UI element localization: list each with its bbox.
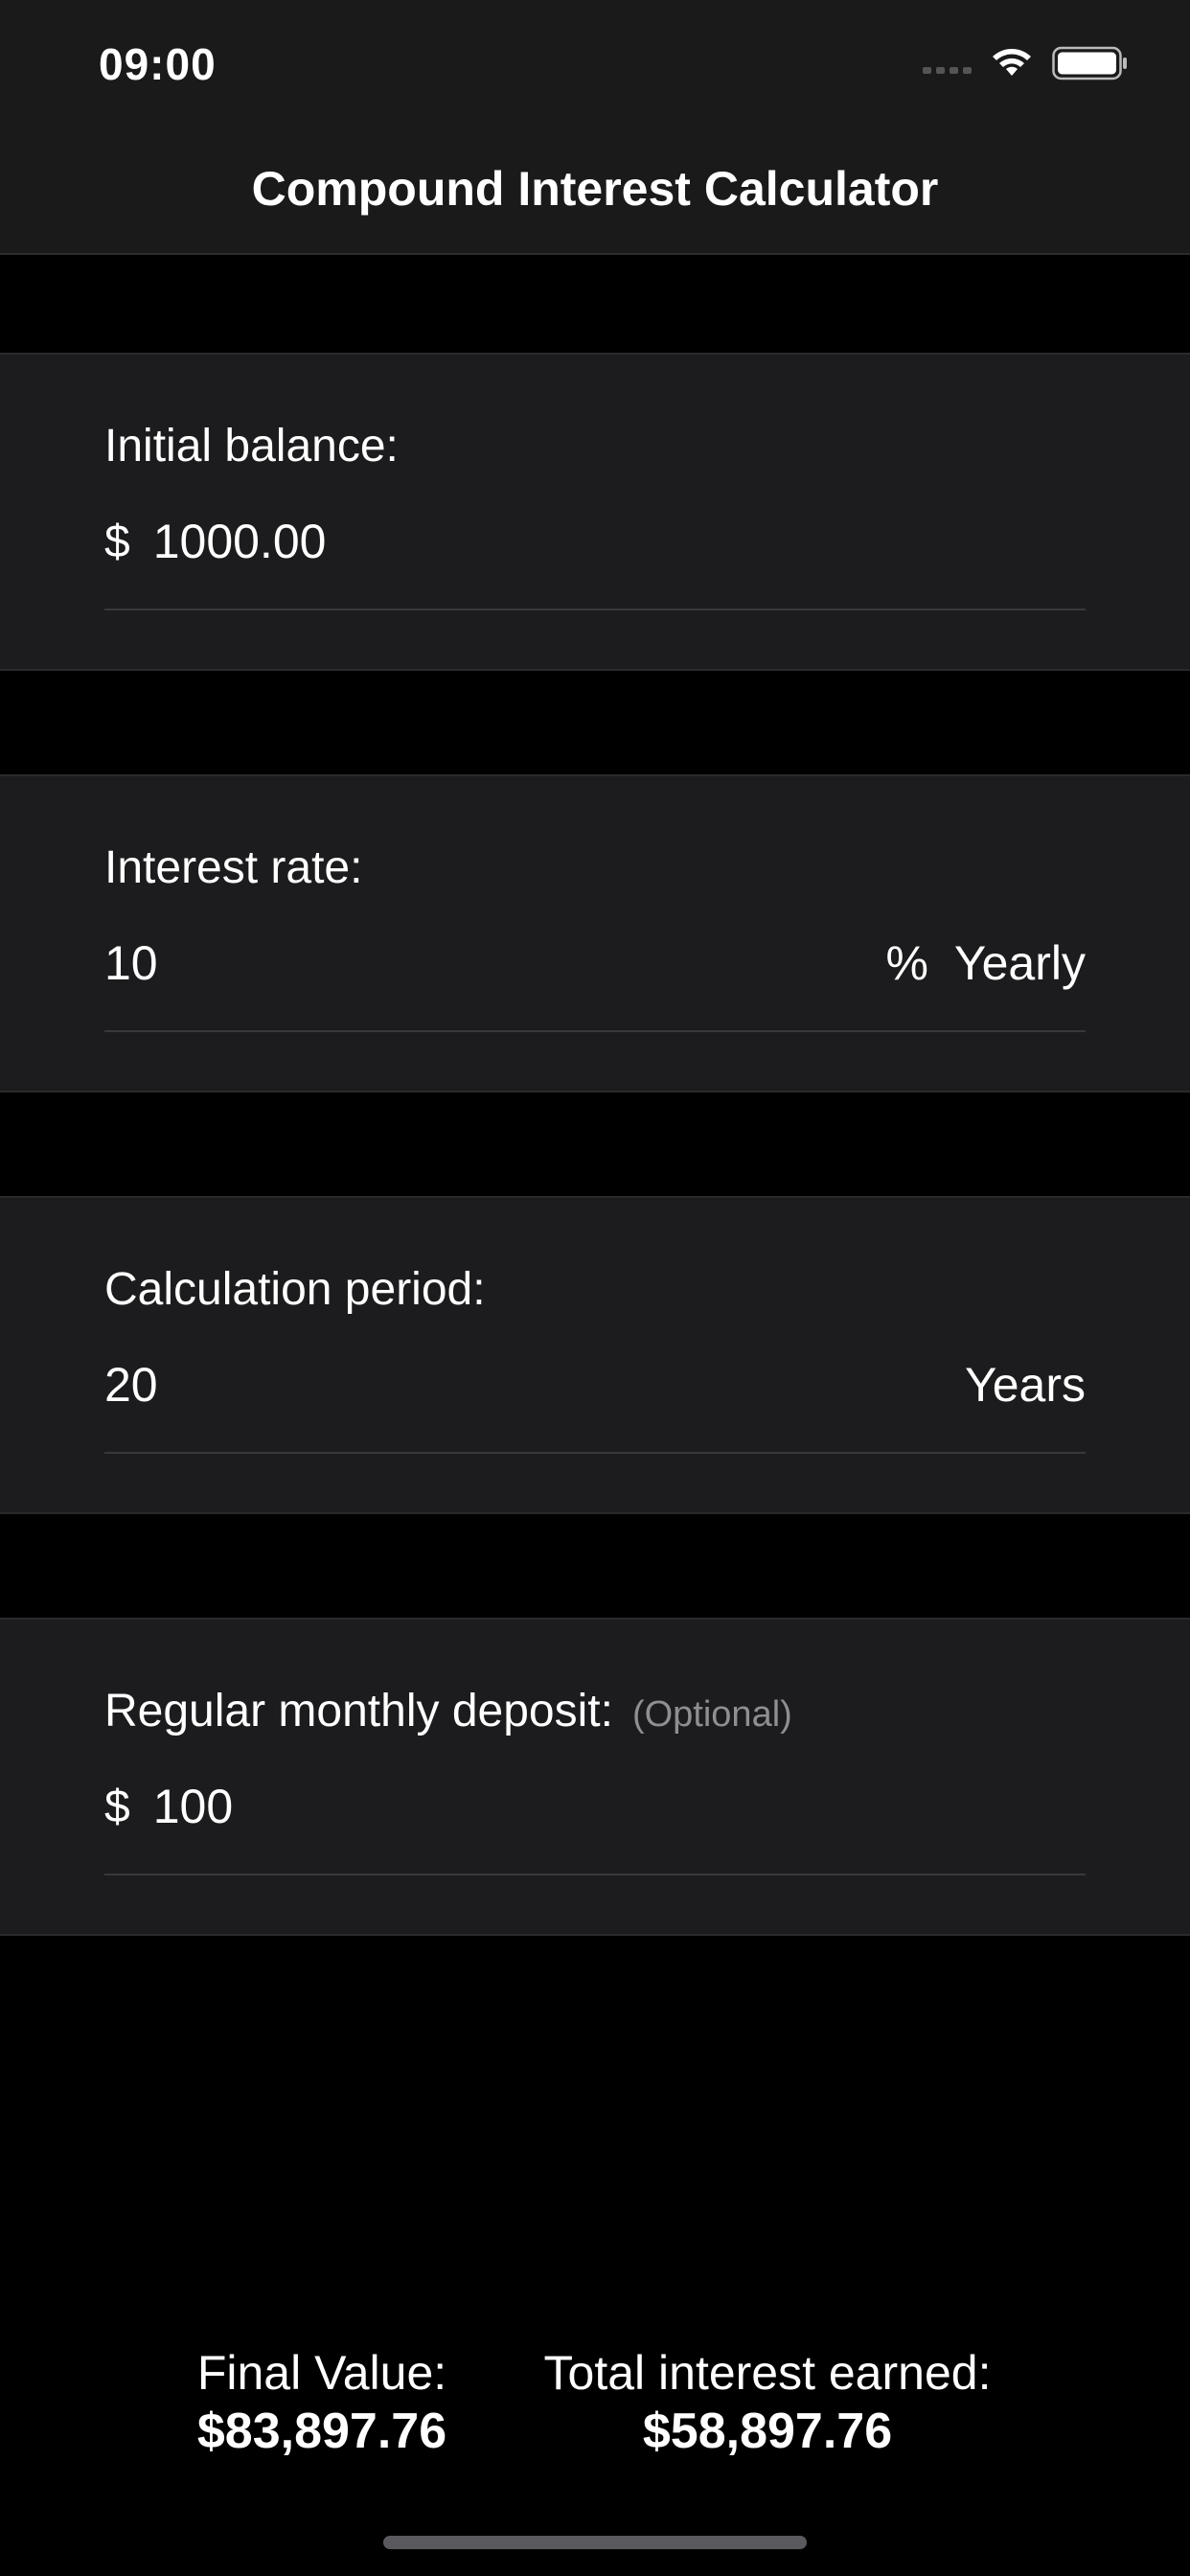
monthly-deposit-label-row: Regular monthly deposit: (Optional) (104, 1685, 792, 1737)
interest-rate-input[interactable]: 10 (104, 935, 886, 991)
field-underline (104, 1030, 1086, 1032)
page-title: Compound Interest Calculator (251, 162, 939, 216)
interest-rate-field[interactable]: 10 % Yearly (104, 930, 1086, 997)
monthly-deposit-field[interactable]: $ 100 (104, 1773, 1086, 1840)
battery-icon (1052, 46, 1127, 80)
monthly-deposit-input[interactable]: 100 (153, 1779, 1086, 1834)
status-time: 09:00 (99, 39, 217, 89)
total-interest-amount: $58,897.76 (642, 2404, 893, 2459)
interest-rate-label: Interest rate: (104, 842, 363, 893)
calculation-period-field[interactable]: 20 Years (104, 1351, 1086, 1418)
total-interest-label: Total interest earned: (543, 2346, 992, 2400)
initial-balance-input[interactable]: 1000.00 (153, 514, 1086, 569)
calculation-period-input[interactable]: 20 (104, 1357, 965, 1413)
field-underline (104, 609, 1086, 610)
navigation-bar: Compound Interest Calculator (0, 134, 1190, 255)
calculation-period-section: Calculation period: 20 Years (0, 1196, 1190, 1514)
optional-label: (Optional) (631, 1694, 792, 1735)
status-bar: 09:00 (0, 0, 1190, 134)
final-value-label: Final Value: (196, 2346, 447, 2400)
monthly-deposit-section: Regular monthly deposit: (Optional) $ 100 (0, 1618, 1190, 1936)
signal-icon (923, 66, 972, 74)
period-unit-selector[interactable]: Years (965, 1357, 1086, 1413)
calculation-period-label: Calculation period: (104, 1264, 486, 1315)
field-underline (104, 1874, 1086, 1875)
home-indicator[interactable] (383, 2536, 807, 2549)
initial-balance-field[interactable]: $ 1000.00 (104, 508, 1086, 575)
wifi-icon (993, 49, 1031, 76)
initial-balance-section: Initial balance: $ 1000.00 (0, 353, 1190, 671)
results-panel: Final Value: $83,897.76 Total interest e… (0, 2344, 1190, 2469)
final-value-amount: $83,897.76 (196, 2404, 447, 2459)
field-underline (104, 1452, 1086, 1454)
interest-rate-section: Interest rate: 10 % Yearly (0, 774, 1190, 1092)
total-interest-block: Total interest earned: $58,897.76 (517, 2344, 1018, 2461)
initial-balance-label: Initial balance: (104, 421, 399, 472)
currency-prefix: $ (104, 516, 130, 567)
status-icons (923, 44, 1129, 82)
final-value-block: Final Value: $83,897.76 (142, 2344, 502, 2461)
monthly-deposit-label: Regular monthly deposit: (104, 1686, 613, 1736)
currency-prefix: $ (104, 1781, 130, 1832)
interest-rate-unit-selector[interactable]: % Yearly (886, 935, 1086, 991)
